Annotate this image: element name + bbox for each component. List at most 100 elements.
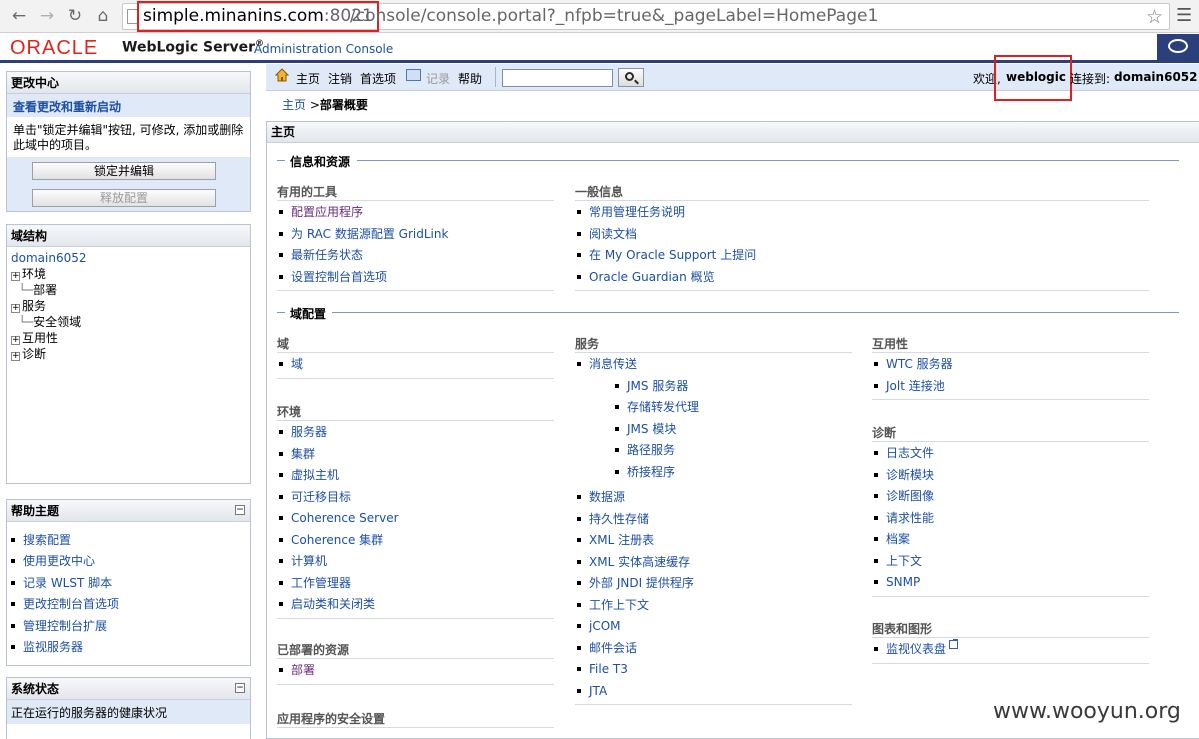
list-item[interactable]: XML 注册表 — [577, 530, 852, 552]
release-config-button[interactable]: 释放配置 — [32, 189, 216, 207]
list-item[interactable]: 档案 — [874, 529, 1149, 551]
link[interactable]: 计算机 — [291, 554, 327, 568]
list-item[interactable]: 工作管理器 — [279, 573, 554, 595]
link[interactable]: JMS 服务器 — [627, 379, 688, 393]
home-icon[interactable] — [275, 68, 289, 82]
address-bar[interactable]: simple.minanins.com:8021 /console/consol… — [122, 1, 1170, 32]
list-item[interactable]: 数据源 — [577, 487, 852, 509]
link[interactable]: 阅读文档 — [589, 227, 637, 241]
record-icon[interactable] — [406, 69, 421, 81]
tree-item-label[interactable]: 互用性 — [22, 331, 58, 345]
list-item[interactable]: 使用更改中心 — [11, 551, 250, 572]
list-item[interactable]: SNMP — [874, 572, 1149, 594]
list-item[interactable]: 记录 WLST 脚本 — [11, 573, 250, 594]
link[interactable]: 邮件会话 — [589, 641, 637, 655]
link[interactable]: SNMP — [886, 575, 920, 589]
list-item[interactable]: Coherence 集群 — [279, 530, 554, 552]
list-item[interactable]: 监视服务器 — [11, 637, 250, 658]
list-item[interactable]: JTA — [577, 681, 852, 703]
list-item[interactable]: 监视仪表盘 — [874, 639, 1149, 661]
list-item[interactable]: Jolt 连接池 — [874, 376, 1149, 398]
list-item[interactable]: 为 RAC 数据源配置 GridLink — [279, 224, 554, 246]
search-button[interactable] — [618, 68, 644, 87]
link[interactable]: jCOM — [589, 619, 621, 633]
link[interactable]: 设置控制台首选项 — [291, 270, 387, 284]
list-item[interactable]: 阅读文档 — [577, 224, 1149, 246]
link[interactable]: Oracle Guardian 概览 — [589, 270, 715, 284]
list-item[interactable]: 计算机 — [279, 551, 554, 573]
help-link[interactable]: 帮助 — [458, 70, 482, 87]
list-item[interactable]: 虚拟主机 — [279, 465, 554, 487]
link[interactable]: 为 RAC 数据源配置 GridLink — [291, 227, 448, 241]
link[interactable]: 诊断模块 — [886, 468, 934, 482]
link[interactable]: 常用管理任务说明 — [589, 205, 685, 219]
link[interactable]: 最新任务状态 — [291, 248, 363, 262]
expand-icon[interactable]: + — [11, 272, 20, 281]
tree-item-diagnostics[interactable]: + 诊断 — [11, 346, 246, 362]
external-link-icon[interactable] — [949, 639, 959, 649]
link[interactable]: 集群 — [291, 447, 315, 461]
help-link[interactable]: 监视服务器 — [23, 640, 83, 654]
link[interactable]: XML 注册表 — [589, 533, 654, 547]
list-item[interactable]: 搜索配置 — [11, 530, 250, 551]
list-item[interactable]: 请求性能 — [874, 508, 1149, 530]
link[interactable]: Coherence 集群 — [291, 533, 383, 547]
link[interactable]: Jolt 连接池 — [886, 379, 945, 393]
tree-item-security-realms[interactable]: └─安全领域 — [11, 314, 246, 330]
list-item[interactable]: 管理控制台扩展 — [11, 616, 250, 637]
link[interactable]: 请求性能 — [886, 511, 934, 525]
reload-icon[interactable]: ↻ — [64, 5, 86, 27]
link[interactable]: 数据源 — [589, 490, 625, 504]
link[interactable]: 诊断图像 — [886, 489, 934, 503]
tree-item-label[interactable]: 服务 — [22, 299, 46, 313]
link[interactable]: 桥接程序 — [627, 465, 675, 479]
list-item[interactable]: 邮件会话 — [577, 638, 852, 660]
link[interactable]: 监视仪表盘 — [886, 642, 946, 656]
list-item[interactable]: 更改控制台首选项 — [11, 594, 250, 615]
logout-link[interactable]: 注销 — [328, 70, 352, 87]
tree-item-label[interactable]: 安全领域 — [33, 315, 81, 329]
link[interactable]: 存储转发代理 — [627, 400, 699, 414]
list-item[interactable]: Coherence Server — [279, 508, 554, 530]
home-link[interactable]: 主页 — [296, 70, 320, 87]
list-item[interactable]: 上下文 — [874, 551, 1149, 573]
list-item[interactable]: JMS 模块 — [577, 419, 852, 441]
link[interactable]: 配置应用程序 — [291, 205, 363, 219]
link[interactable]: 档案 — [886, 532, 910, 546]
list-item[interactable]: 集群 — [279, 444, 554, 466]
link[interactable]: 域 — [291, 357, 303, 371]
list-item[interactable]: 最新任务状态 — [279, 245, 554, 267]
list-item[interactable]: 常用管理任务说明 — [577, 202, 1149, 224]
list-item[interactable]: 持久性存储 — [577, 509, 852, 531]
help-link[interactable]: 管理控制台扩展 — [23, 619, 107, 633]
lock-and-edit-button[interactable]: 锁定并编辑 — [32, 162, 216, 180]
tree-item-services[interactable]: + 服务 — [11, 298, 246, 314]
expand-icon[interactable]: + — [11, 352, 20, 361]
link[interactable]: 虚拟主机 — [291, 468, 339, 482]
minimize-icon[interactable]: − — [235, 683, 245, 693]
list-item[interactable]: 部署 — [279, 660, 554, 682]
tree-root[interactable]: domain6052 — [11, 250, 246, 266]
link[interactable]: XML 实体高速缓存 — [589, 555, 690, 569]
list-item[interactable]: 桥接程序 — [577, 462, 852, 484]
list-item[interactable]: 可迁移目标 — [279, 487, 554, 509]
list-item[interactable]: 配置应用程序 — [279, 202, 554, 224]
list-item[interactable]: 诊断模块 — [874, 465, 1149, 487]
list-item[interactable]: 服务器 — [279, 422, 554, 444]
list-item[interactable]: 设置控制台首选项 — [279, 267, 554, 289]
link[interactable]: 启动类和关闭类 — [291, 597, 375, 611]
expand-icon[interactable]: + — [11, 304, 20, 313]
link[interactable]: 工作上下文 — [589, 598, 649, 612]
tree-item-interoperability[interactable]: + 互用性 — [11, 330, 246, 346]
list-item[interactable]: jCOM — [577, 616, 852, 638]
tree-root-label[interactable]: domain6052 — [11, 251, 86, 265]
minimize-icon[interactable]: − — [235, 505, 245, 515]
link[interactable]: 消息传送 — [589, 357, 637, 371]
list-item[interactable]: 外部 JNDI 提供程序 — [577, 573, 852, 595]
tree-item-environment[interactable]: + 环境 — [11, 266, 246, 282]
link[interactable]: 服务器 — [291, 425, 327, 439]
browser-menu-icon[interactable]: ☰ — [1176, 5, 1194, 27]
link[interactable]: 日志文件 — [886, 446, 934, 460]
list-item[interactable]: 在 My Oracle Support 上提问 — [577, 245, 1149, 267]
link[interactable]: 外部 JNDI 提供程序 — [589, 576, 694, 590]
